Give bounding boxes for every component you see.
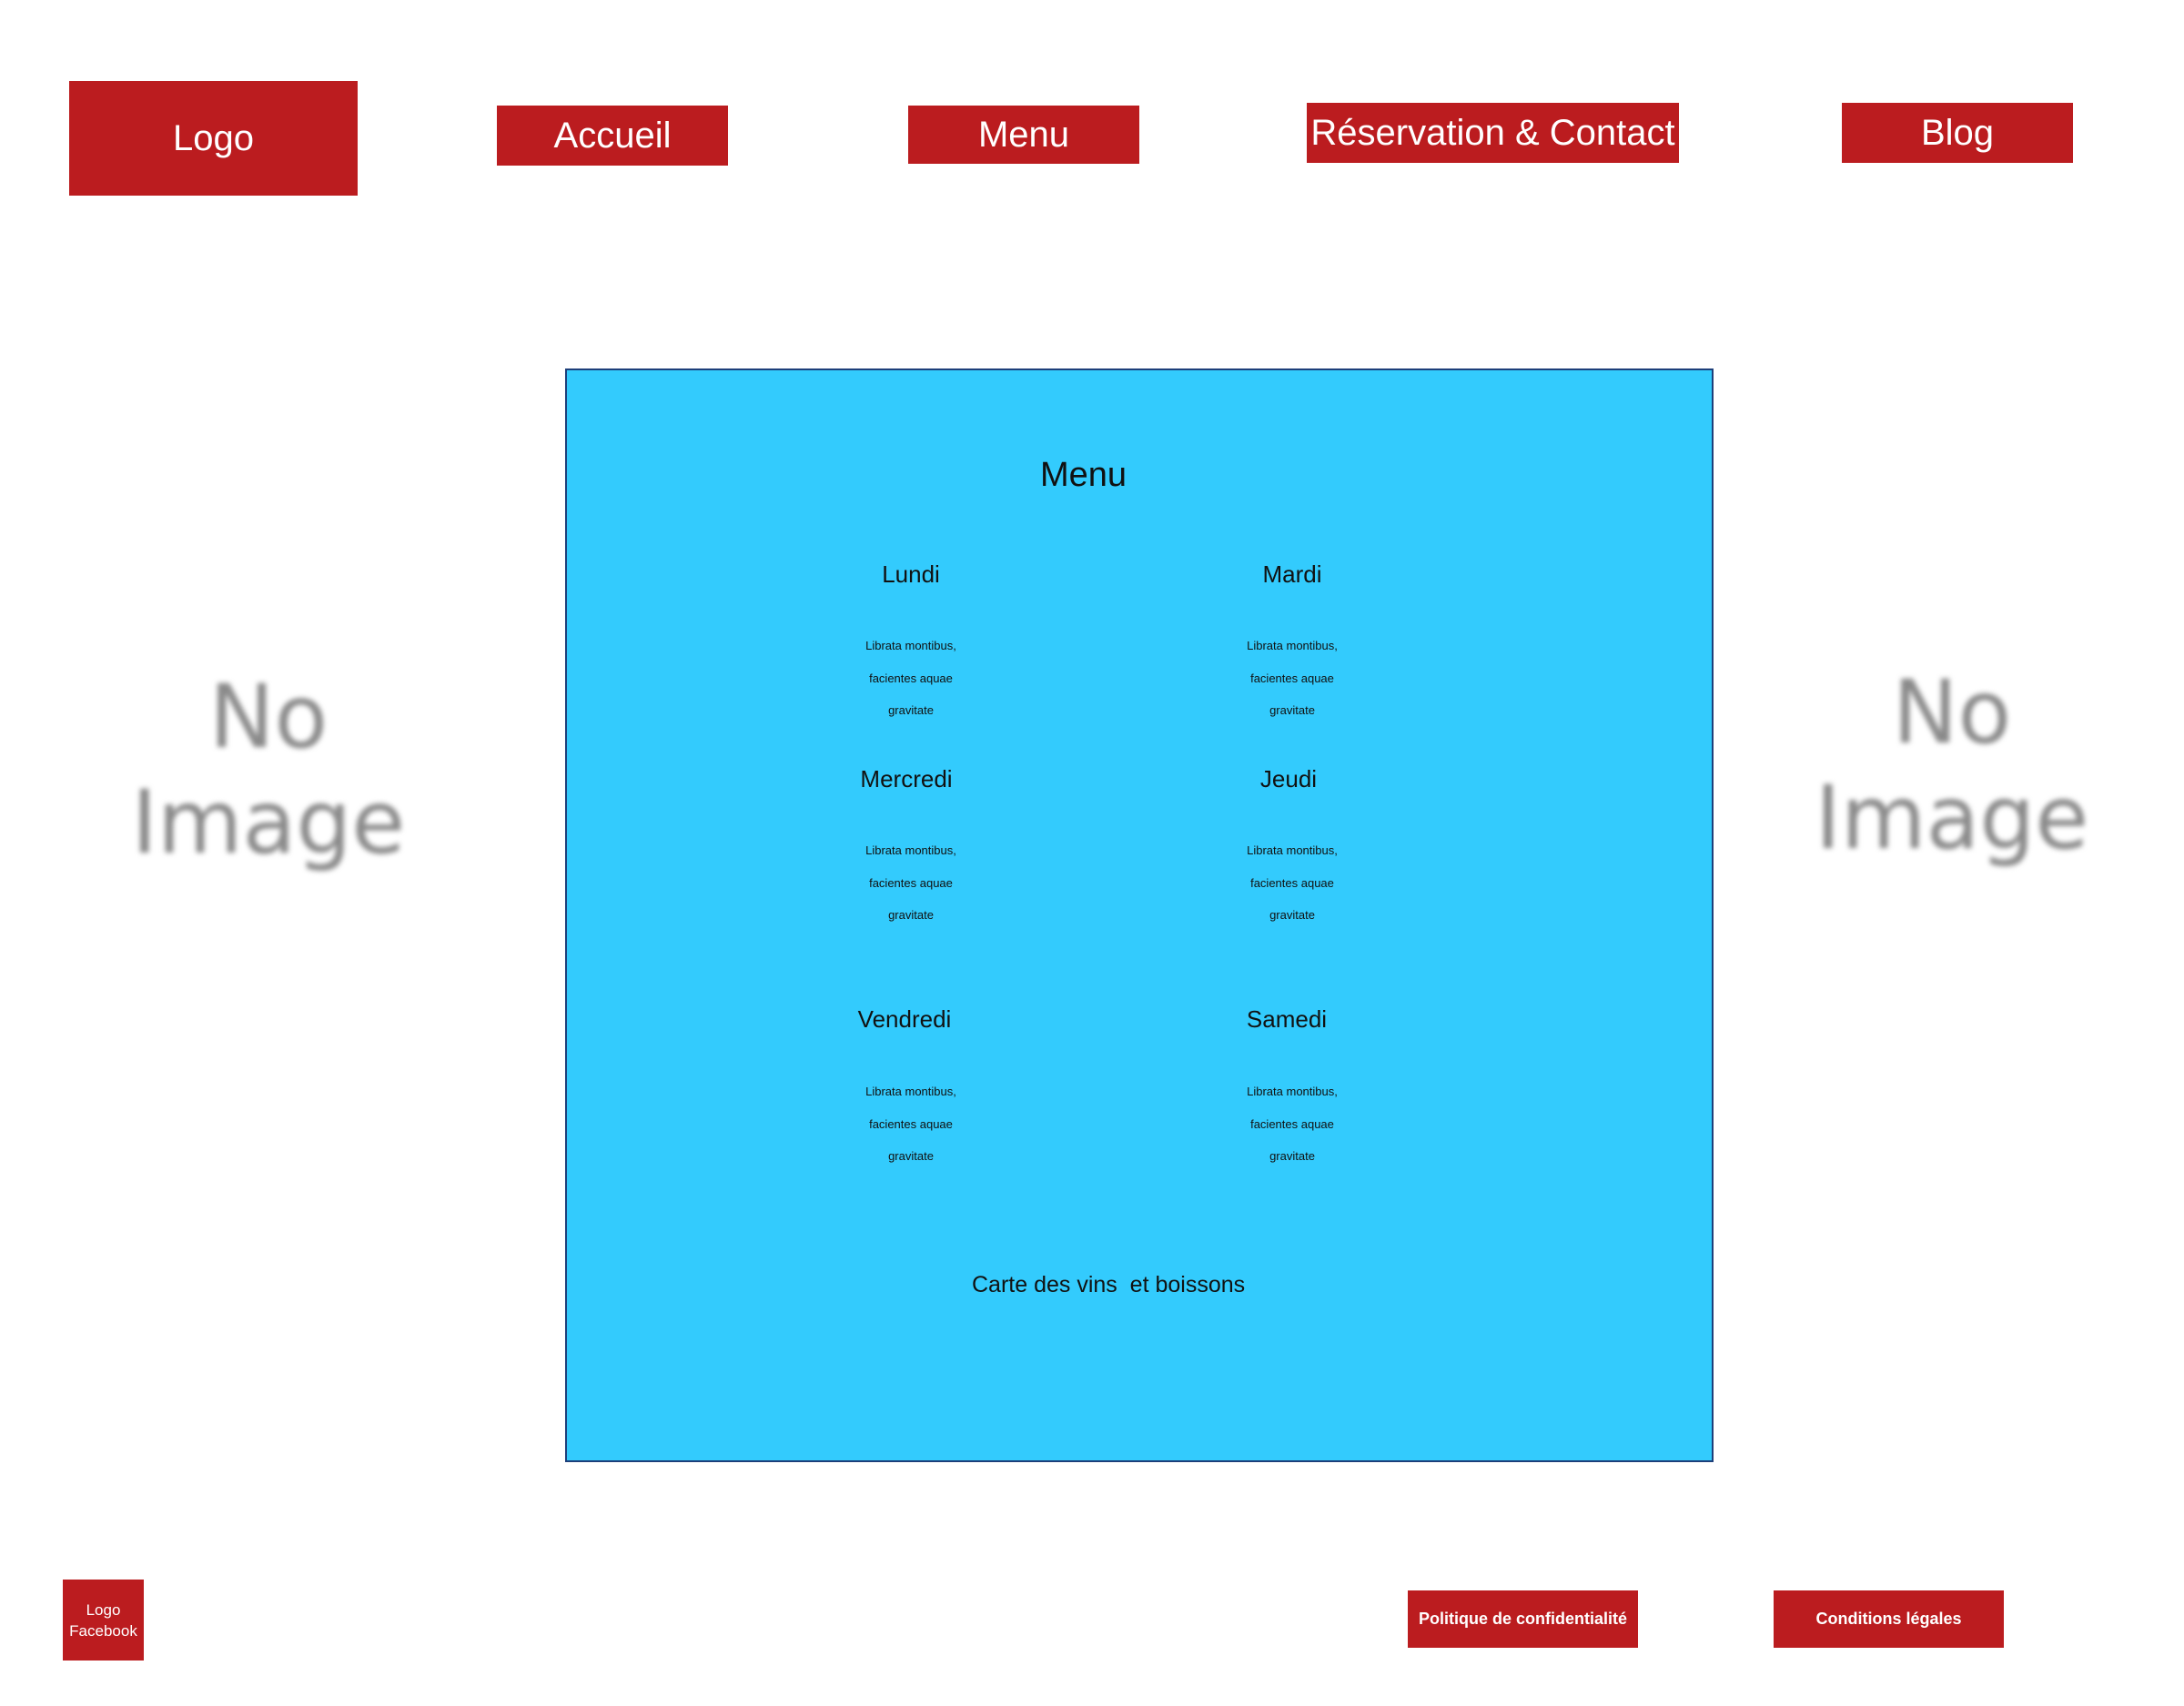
description-line: Librata montibus, — [865, 843, 956, 857]
nav-blog-button[interactable]: Blog — [1842, 103, 2073, 163]
privacy-policy-button[interactable]: Politique de confidentialité — [1408, 1590, 1638, 1648]
day-mercredi-heading: Mercredi — [860, 765, 953, 792]
description-line: gravitate — [888, 908, 934, 922]
placeholder-text-line: No — [208, 666, 329, 768]
legal-terms-button[interactable]: Conditions légales — [1774, 1590, 2004, 1648]
nav-menu-button[interactable]: Menu — [908, 106, 1139, 164]
description-line: facientes aquae — [1250, 1116, 1334, 1131]
no-image-placeholder-left: No Image — [100, 664, 437, 875]
nav-reservation-contact-button[interactable]: Réservation & Contact — [1307, 103, 1679, 163]
facebook-logo-button[interactable]: Logo Facebook — [63, 1580, 144, 1661]
placeholder-text-line: Image — [1815, 767, 2089, 869]
description-line: Librata montibus, — [1247, 639, 1338, 652]
description-line: facientes aquae — [869, 1116, 953, 1131]
description-line: Librata montibus, — [865, 1085, 956, 1098]
description-line: Librata montibus, — [865, 639, 956, 652]
placeholder-text-line: No — [1892, 661, 2012, 763]
description-line: gravitate — [1269, 1149, 1315, 1163]
day-mardi-heading: Mardi — [1262, 560, 1322, 588]
placeholder-text-line: Image — [131, 772, 406, 873]
wine-drinks-link[interactable]: Carte des vins et boissons — [972, 1272, 1245, 1298]
description-line: Librata montibus, — [1247, 843, 1338, 857]
description-line: gravitate — [888, 1149, 934, 1163]
no-image-placeholder-right: No Image — [1784, 660, 2120, 871]
description-line: Librata montibus, — [1247, 1085, 1338, 1098]
menu-title: Menu — [1040, 456, 1127, 494]
facebook-logo-line: Facebook — [69, 1621, 137, 1640]
description-line: gravitate — [1269, 703, 1315, 717]
description-line: facientes aquae — [1250, 875, 1334, 890]
day-mardi-description: Librata montibus, facientes aquae gravit… — [1156, 630, 1429, 727]
day-jeudi-description: Librata montibus, facientes aquae gravit… — [1156, 834, 1429, 932]
logo[interactable]: Logo — [69, 81, 358, 196]
day-mercredi-description: Librata montibus, facientes aquae gravit… — [774, 834, 1047, 932]
menu-panel: Menu Lundi Librata montibus, facientes a… — [565, 368, 1714, 1462]
description-line: facientes aquae — [869, 875, 953, 890]
facebook-logo-line: Logo — [86, 1600, 121, 1619]
day-lundi-description: Librata montibus, facientes aquae gravit… — [774, 630, 1047, 727]
nav-accueil-button[interactable]: Accueil — [497, 106, 728, 166]
day-samedi-description: Librata montibus, facientes aquae gravit… — [1156, 1075, 1429, 1173]
day-jeudi-heading: Jeudi — [1259, 765, 1318, 792]
day-lundi-heading: Lundi — [882, 560, 940, 588]
description-line: gravitate — [888, 703, 934, 717]
day-vendredi-heading: Vendredi — [857, 1005, 952, 1033]
description-line: facientes aquae — [1250, 671, 1334, 685]
day-samedi-heading: Samedi — [1246, 1005, 1328, 1033]
day-vendredi-description: Librata montibus, facientes aquae gravit… — [774, 1075, 1047, 1173]
description-line: facientes aquae — [869, 671, 953, 685]
description-line: gravitate — [1269, 908, 1315, 922]
